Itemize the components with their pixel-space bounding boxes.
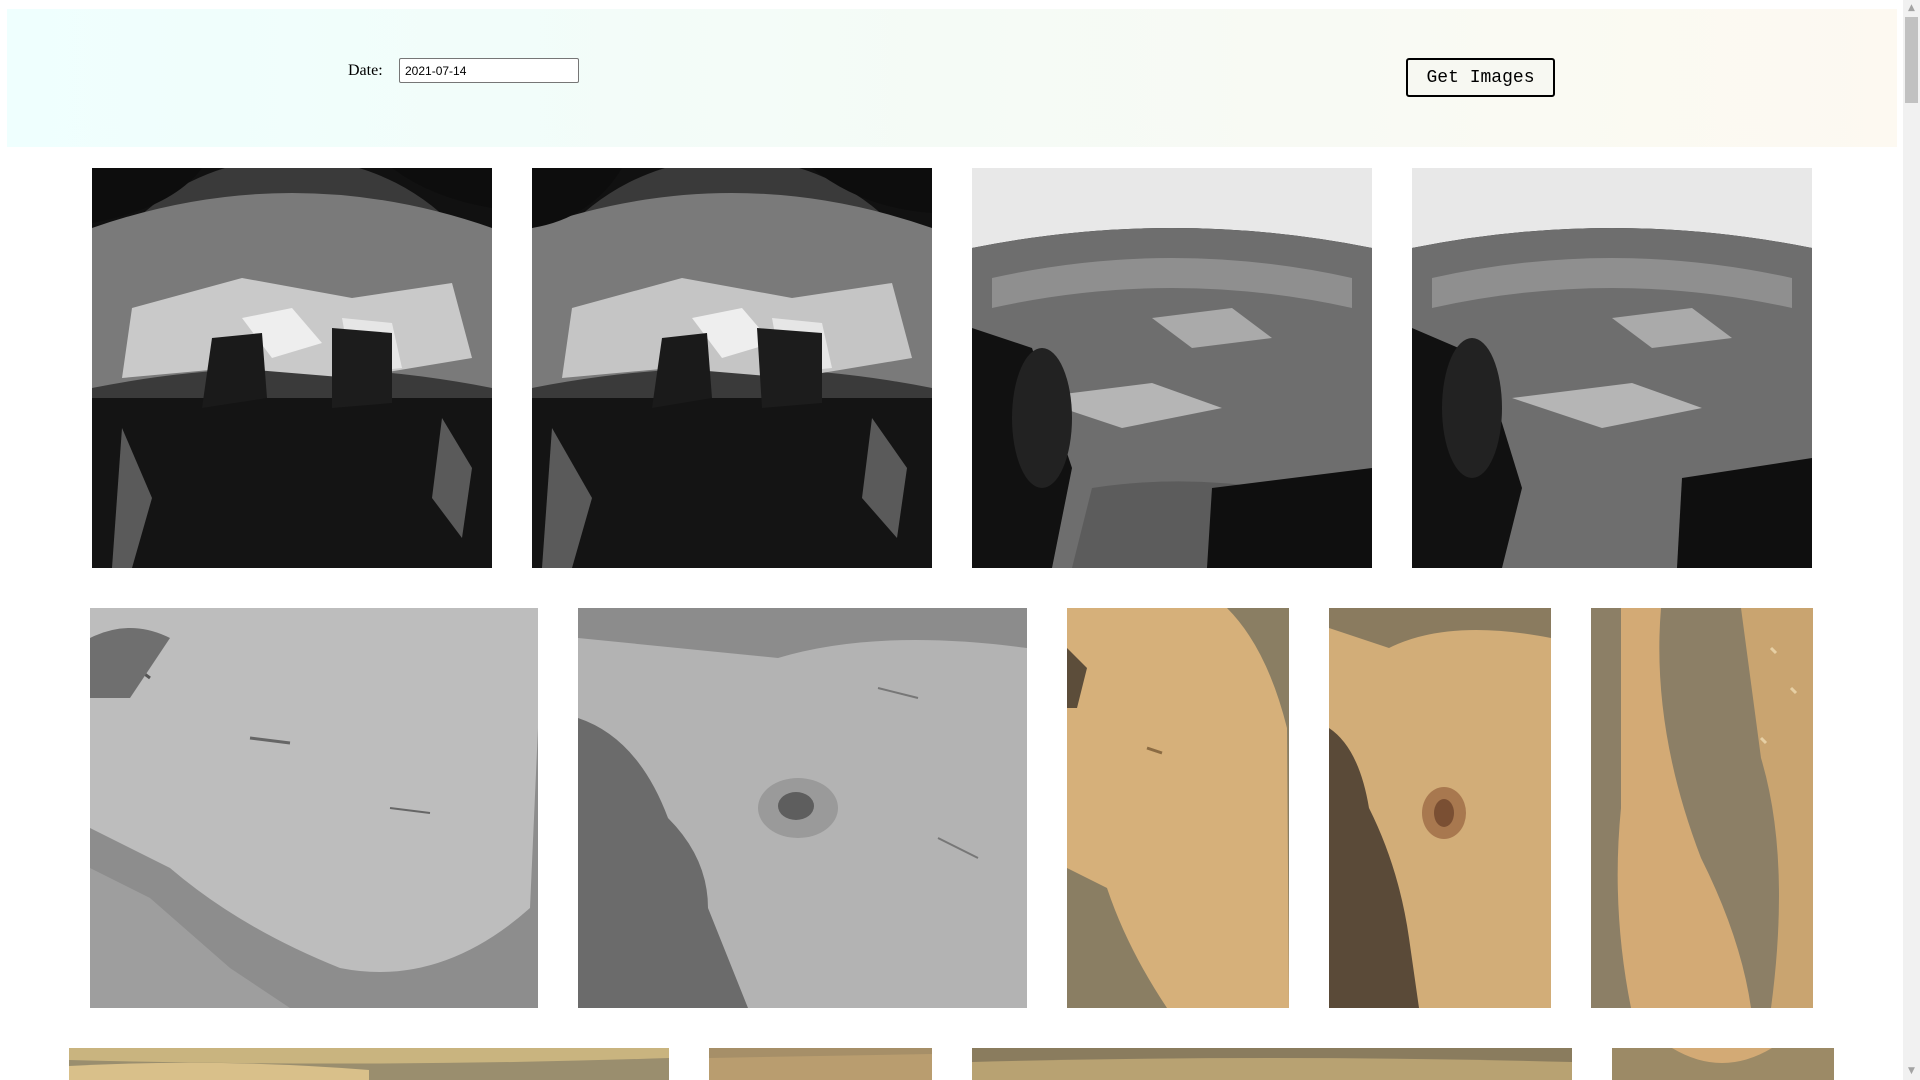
closeup-image-3 — [1067, 608, 1289, 1008]
partial-image-2 — [709, 1048, 932, 1080]
partial-image-4 — [1612, 1048, 1834, 1080]
scroll-up-icon[interactable]: ▲ — [1903, 0, 1920, 17]
rover-photo[interactable] — [1067, 608, 1289, 1008]
vertical-scrollbar[interactable]: ▲ ▼ — [1903, 0, 1920, 1080]
rover-photo[interactable] — [1412, 168, 1812, 568]
partial-image-1 — [69, 1048, 669, 1080]
rover-photo[interactable] — [69, 1048, 669, 1080]
closeup-image-5 — [1591, 608, 1813, 1008]
scroll-down-icon[interactable]: ▼ — [1903, 1063, 1920, 1080]
closeup-image-1 — [90, 608, 538, 1008]
rover-photo[interactable] — [92, 168, 492, 568]
hazcam-image-4 — [1412, 168, 1812, 568]
rover-photo[interactable] — [90, 608, 538, 1008]
rover-photo[interactable] — [972, 1048, 1572, 1080]
rover-photo[interactable] — [709, 1048, 932, 1080]
scroll-thumb[interactable] — [1905, 17, 1918, 103]
hazcam-image-2 — [532, 168, 932, 568]
rover-photo[interactable] — [532, 168, 932, 568]
hazcam-image-3 — [972, 168, 1372, 568]
partial-image-3 — [972, 1048, 1572, 1080]
rover-photo[interactable] — [1329, 608, 1551, 1008]
hazcam-image-1 — [92, 168, 492, 568]
rover-photo[interactable] — [972, 168, 1372, 568]
closeup-image-2 — [578, 608, 1027, 1008]
rover-photo[interactable] — [1591, 608, 1813, 1008]
image-gallery — [0, 0, 1900, 1080]
closeup-image-4 — [1329, 608, 1551, 1008]
rover-photo[interactable] — [578, 608, 1027, 1008]
rover-photo[interactable] — [1612, 1048, 1834, 1080]
